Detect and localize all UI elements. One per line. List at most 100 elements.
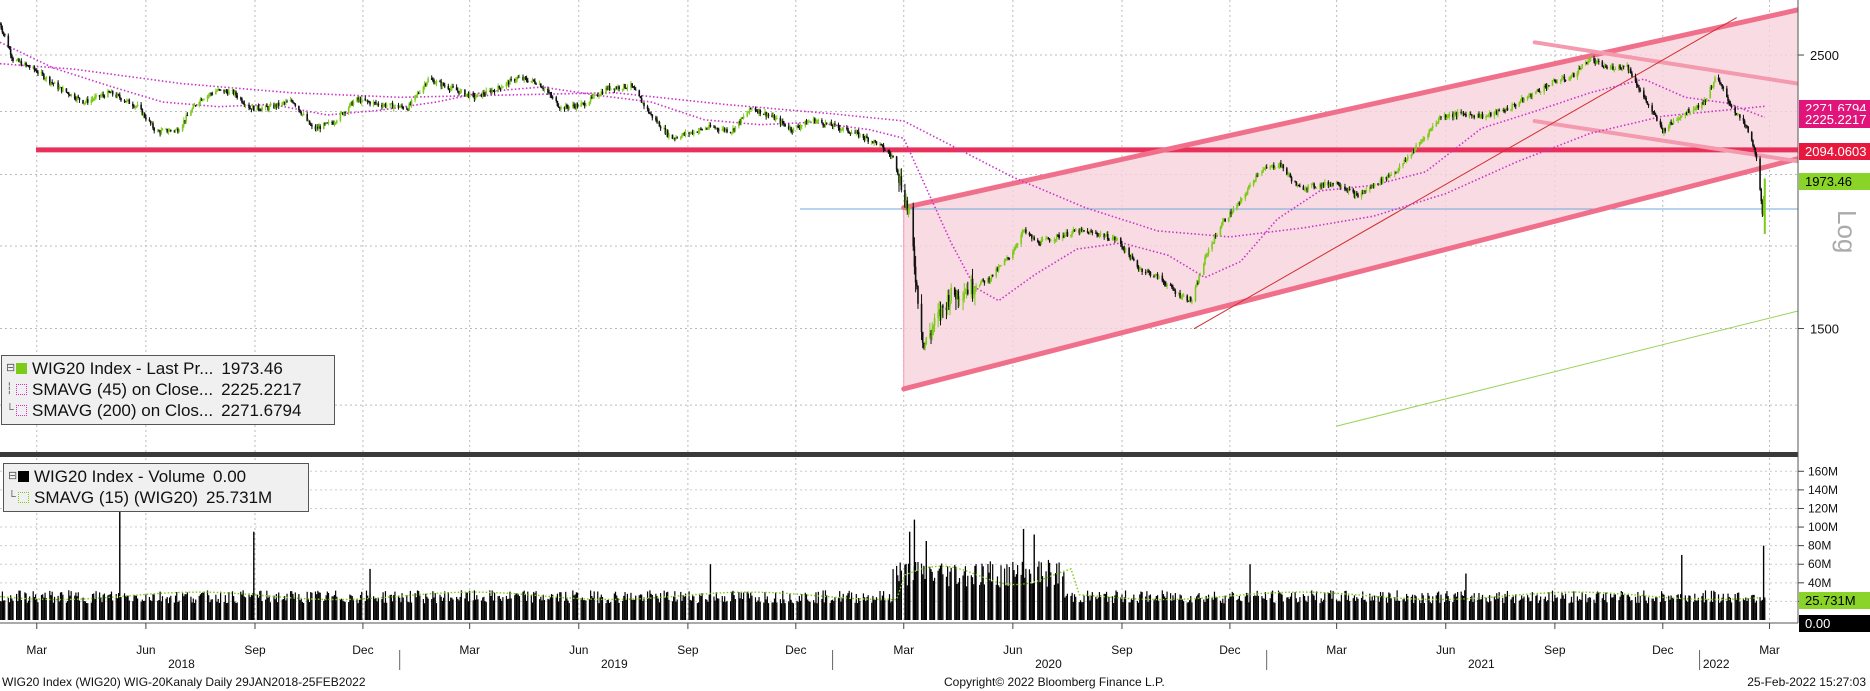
- legend-row-sma45[interactable]: ┆ SMAVG (45) on Close... 2225.2217: [6, 379, 328, 400]
- candle-body: [825, 122, 828, 124]
- candle-body: [1058, 234, 1060, 238]
- tag-volume-sma: 25.731M: [1805, 593, 1856, 608]
- candle-body: [472, 92, 475, 95]
- candle-body: [1593, 58, 1595, 61]
- candle-body: [152, 123, 154, 129]
- volume-legend[interactable]: ⊟ WIG20 Index - Volume 0.00 └ SMAVG (15) (W…: [3, 463, 309, 512]
- candle-body: [515, 79, 517, 82]
- candle-body: [1581, 64, 1583, 69]
- candle-body: [881, 144, 884, 146]
- x-month-label: Sep: [1111, 643, 1133, 657]
- tag-resistance: 2094.0603: [1805, 144, 1866, 159]
- candle-body: [65, 88, 68, 93]
- candle-body: [1456, 111, 1459, 117]
- candle-body: [1670, 121, 1672, 124]
- candle-body: [1033, 237, 1036, 241]
- candle-body: [1207, 249, 1210, 254]
- candle-body: [1157, 275, 1160, 279]
- candle-body: [1465, 114, 1467, 117]
- x-month-label: Sep: [677, 643, 699, 657]
- candle-body: [1660, 124, 1663, 129]
- candle-body: [1564, 79, 1567, 81]
- candle-body: [557, 106, 560, 108]
- candle-body: [1091, 231, 1094, 233]
- candle-body: [9, 49, 12, 56]
- legend-row-price[interactable]: ⊟ WIG20 Index - Last Pr... 1973.46: [6, 358, 328, 379]
- candle-body: [1718, 79, 1721, 83]
- candle-body: [1249, 184, 1251, 186]
- candle-body: [1016, 243, 1019, 246]
- candle-body: [1074, 229, 1077, 232]
- candle-body: [997, 266, 1000, 271]
- candle-body: [70, 94, 72, 96]
- legend-swatch-sma45: [16, 384, 27, 395]
- candle-body: [1689, 112, 1691, 114]
- candle-body: [989, 279, 992, 282]
- candle-body: [875, 141, 878, 145]
- candle-body: [0, 23, 2, 29]
- candle-body: [792, 127, 795, 133]
- tree-collapse-icon[interactable]: ⊟: [8, 466, 17, 487]
- panel-divider[interactable]: [0, 452, 1798, 457]
- candle-body: [1754, 147, 1757, 155]
- candle-body: [477, 93, 479, 95]
- candle-body: [293, 102, 295, 104]
- candle-body: [1172, 286, 1174, 290]
- candle-body: [427, 78, 429, 83]
- candle-body: [966, 289, 969, 295]
- candle-body: [3, 33, 6, 36]
- candle-body: [549, 92, 552, 95]
- price-legend[interactable]: ⊟ WIG20 Index - Last Pr... 1973.46 ┆ SMAVG …: [1, 355, 335, 425]
- candle-body: [120, 97, 122, 101]
- candle-body: [414, 95, 416, 101]
- x-year-label: 2022: [1703, 657, 1730, 671]
- candle-body: [1038, 241, 1040, 245]
- candle-body: [207, 94, 210, 96]
- legend-row-vol-sma[interactable]: └ SMAVG (15) (WIG20) 25.731M: [8, 487, 302, 508]
- legend-row-volume[interactable]: ⊟ WIG20 Index - Volume 0.00: [8, 466, 302, 487]
- candle-body: [485, 90, 488, 95]
- candle-body: [643, 102, 645, 107]
- candle-body: [1198, 276, 1200, 284]
- candle-body: [86, 98, 89, 103]
- candle-body: [518, 77, 521, 79]
- candle-body: [108, 90, 110, 93]
- candle-body: [1569, 77, 1572, 80]
- candle-body: [1519, 101, 1522, 103]
- candle-body: [1307, 185, 1309, 190]
- candle-body: [1714, 77, 1716, 83]
- candle-body: [1503, 110, 1505, 112]
- candle-body: [980, 281, 982, 285]
- candle-body: [118, 95, 121, 98]
- x-month-label: Sep: [1544, 643, 1566, 657]
- legend-row-sma200[interactable]: └ SMAVG (200) on Clos... 2271.6794: [6, 400, 328, 421]
- candle-body: [957, 290, 960, 300]
- candle-body: [261, 107, 263, 111]
- candle-body: [1431, 126, 1434, 129]
- candle-body: [302, 114, 305, 116]
- candle-body: [526, 80, 529, 83]
- candle-body: [1000, 265, 1002, 267]
- candle-body: [972, 294, 975, 296]
- candle-body: [191, 108, 193, 113]
- candle-body: [1219, 227, 1222, 236]
- candle-body: [1252, 181, 1255, 185]
- candle-body: [588, 101, 591, 106]
- candle-body: [136, 104, 139, 107]
- candle-body: [493, 90, 496, 93]
- candle-body: [228, 91, 230, 95]
- candle-body: [1638, 87, 1640, 90]
- candle-body: [1106, 234, 1109, 240]
- candle-body: [573, 104, 575, 106]
- candle-body: [298, 105, 300, 110]
- tree-collapse-icon[interactable]: ⊟: [6, 358, 15, 379]
- candle-body: [767, 114, 770, 116]
- candle-body: [239, 97, 242, 99]
- candle-body: [294, 103, 297, 106]
- candle-body: [1644, 97, 1646, 99]
- candle-body: [1654, 114, 1657, 117]
- legend-label: WIG20 Index - Last Pr...: [32, 359, 214, 378]
- log-scale-label: Log: [1832, 210, 1862, 253]
- candle-body: [1556, 81, 1559, 83]
- candle-body: [33, 66, 36, 70]
